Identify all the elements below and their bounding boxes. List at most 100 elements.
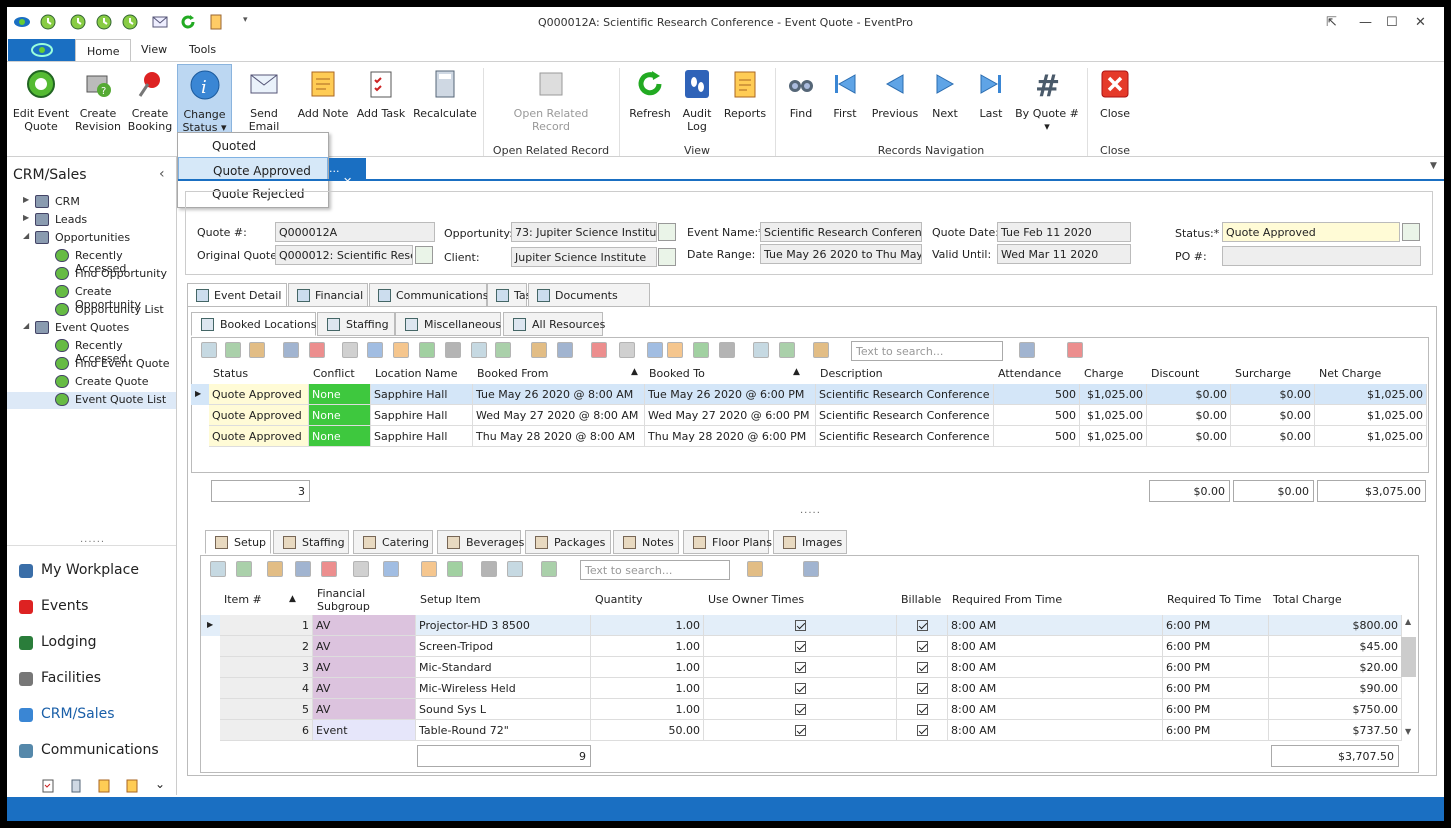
billable-checkbox[interactable] — [897, 615, 948, 636]
column-header[interactable]: Net Charge — [1319, 367, 1381, 380]
event-name-field[interactable]: Scientific Research Conference — [760, 222, 922, 242]
collapse-pane-icon[interactable]: ‹ — [159, 166, 165, 182]
nav-tree-item[interactable]: ◢ Event Quotes — [7, 320, 176, 337]
table-row[interactable]: 5 AV Sound Sys L 1.00 8:00 AM 6:00 PM $750.00 — [201, 699, 1402, 720]
column-header[interactable]: Conflict — [313, 367, 355, 380]
add-task-button[interactable]: Add Task — [355, 64, 407, 120]
column-header[interactable]: Financial — [317, 587, 365, 600]
date-range-field[interactable]: Tue May 26 2020 to Thu May 28 — [760, 244, 922, 264]
toolbar-action-icon[interactable] — [541, 561, 557, 577]
nav-tree-item[interactable]: Recently Accessed — [7, 338, 176, 365]
column-header[interactable]: Required From Time — [952, 593, 1062, 606]
toolbar-action-icon[interactable] — [531, 342, 547, 358]
tab-event-detail[interactable]: Event Detail — [187, 283, 287, 307]
module-item[interactable]: CRM/Sales — [7, 701, 176, 731]
subtab-all-resources[interactable]: All Resources — [503, 312, 605, 336]
toolbar-action-icon[interactable] — [236, 561, 252, 577]
toolbar-action-icon[interactable] — [471, 342, 487, 358]
calculator-icon[interactable] — [69, 779, 83, 793]
bookings-search-input[interactable]: Text to search... — [851, 341, 1003, 361]
column-header[interactable]: Location Name — [375, 367, 457, 380]
client-field[interactable]: Jupiter Science Institute — [511, 247, 657, 267]
audit-log-button[interactable]: Audit Log — [677, 64, 717, 133]
last-button[interactable]: Last — [973, 64, 1009, 120]
create-revision-button[interactable]: ? Create Revision — [73, 64, 123, 133]
use-owner-times-checkbox[interactable] — [704, 720, 897, 741]
close-tab-icon[interactable]: ✕ — [343, 175, 352, 188]
valid-until-field[interactable]: Wed Mar 11 2020 — [997, 244, 1131, 264]
module-item[interactable]: Events — [7, 593, 176, 623]
module-item[interactable]: Lodging — [7, 629, 176, 659]
toolbar-action-icon[interactable] — [693, 342, 709, 358]
nav-tree-item[interactable]: Opportunity List — [7, 302, 176, 319]
toolbar-action-icon[interactable] — [1067, 342, 1083, 358]
toolbar-action-icon[interactable] — [667, 342, 683, 358]
use-owner-times-checkbox[interactable] — [704, 615, 897, 636]
detail-tab-packages[interactable]: Packages — [525, 530, 611, 554]
column-header[interactable]: Attendance — [998, 367, 1061, 380]
next-button[interactable]: Next — [927, 64, 963, 120]
note-icon[interactable] — [97, 779, 111, 793]
splitter-grip[interactable]: ...... — [80, 534, 105, 545]
nav-tree-item[interactable]: ◢ Opportunities — [7, 230, 176, 247]
toolbar-action-icon[interactable] — [383, 561, 399, 577]
splitter-grip[interactable]: ..... — [800, 505, 821, 516]
first-button[interactable]: First — [827, 64, 863, 120]
toolbar-action-icon[interactable] — [753, 342, 769, 358]
tab-home[interactable]: Home — [75, 39, 132, 62]
column-header[interactable]: Booked To — [649, 367, 705, 380]
scroll-down-icon[interactable]: ▼ — [1405, 727, 1411, 736]
toolbar-action-icon[interactable] — [342, 342, 358, 358]
expand-arrow-icon[interactable]: ▶ — [23, 195, 29, 204]
toolbar-action-icon[interactable] — [619, 342, 635, 358]
toolbar-action-icon[interactable] — [803, 561, 819, 577]
column-header[interactable]: Status — [213, 367, 248, 380]
lookup-status-icon[interactable] — [1402, 223, 1420, 241]
toolbar-action-icon[interactable] — [647, 342, 663, 358]
table-row[interactable]: 6 Event Table-Round 72" 50.00 8:00 AM 6:00 PM… — [201, 720, 1402, 741]
close-button[interactable]: Close — [1095, 64, 1135, 120]
tab-financial[interactable]: Financial — [288, 283, 368, 307]
toolbar-action-icon[interactable] — [481, 561, 497, 577]
table-row[interactable]: Quote Approved None Sapphire Hall Wed May 2… — [191, 405, 1427, 426]
toolbar-action-icon[interactable] — [1019, 342, 1035, 358]
use-owner-times-checkbox[interactable] — [704, 699, 897, 720]
maximize-button[interactable]: ☐ — [1386, 15, 1398, 30]
table-row[interactable]: 2 AV Screen-Tripod 1.00 8:00 AM 6:00 PM $45.00 — [201, 636, 1402, 657]
detail-tab-catering[interactable]: Catering — [353, 530, 433, 554]
column-header[interactable]: Description — [820, 367, 883, 380]
column-header[interactable]: Charge — [1084, 367, 1123, 380]
status-option-quote-approved[interactable]: Quote Approved — [178, 157, 328, 181]
nav-tree-item[interactable]: Find Event Quote — [7, 356, 176, 373]
find-button[interactable]: Find — [783, 64, 819, 120]
toolbar-action-icon[interactable] — [309, 342, 325, 358]
create-booking-button[interactable]: Create Booking — [125, 64, 175, 133]
subtab-miscellaneous[interactable]: Miscellaneous — [395, 312, 501, 336]
billable-checkbox[interactable] — [897, 678, 948, 699]
tab-list-dropdown-icon[interactable]: ▼ — [1430, 161, 1437, 171]
nav-tree-item[interactable]: Recently Accessed — [7, 248, 176, 275]
use-owner-times-checkbox[interactable] — [704, 636, 897, 657]
module-item[interactable]: Facilities — [7, 665, 176, 695]
detail-tab-setup[interactable]: Setup — [205, 530, 271, 554]
toolbar-action-icon[interactable] — [557, 342, 573, 358]
toolbar-action-icon[interactable] — [295, 561, 311, 577]
subtab-staffing[interactable]: Staffing — [317, 312, 395, 336]
toolbar-action-icon[interactable] — [210, 561, 226, 577]
toolbar-action-icon[interactable] — [591, 342, 607, 358]
column-header[interactable]: Surcharge — [1235, 367, 1291, 380]
sort-asc-icon[interactable]: ▲ — [289, 594, 296, 604]
toolbar-action-icon[interactable] — [225, 342, 241, 358]
column-header[interactable]: Required To Time — [1167, 593, 1261, 606]
subtab-booked-locations[interactable]: Booked Locations — [191, 312, 317, 336]
toolbar-action-icon[interactable] — [249, 342, 265, 358]
expand-arrow-icon[interactable]: ▶ — [23, 213, 29, 222]
table-row[interactable]: 4 AV Mic-Wireless Held 1.00 8:00 AM 6:00 PM $9… — [201, 678, 1402, 699]
po-number-field[interactable] — [1222, 246, 1421, 266]
column-header[interactable]: Billable — [901, 593, 941, 606]
lookup-client-icon[interactable] — [658, 248, 676, 266]
lookup-opportunity-icon[interactable] — [658, 223, 676, 241]
toolbar-action-icon[interactable] — [321, 561, 337, 577]
setup-search-input[interactable]: Text to search... — [580, 560, 730, 580]
nav-tree-item[interactable]: ▶ Leads — [7, 212, 176, 229]
